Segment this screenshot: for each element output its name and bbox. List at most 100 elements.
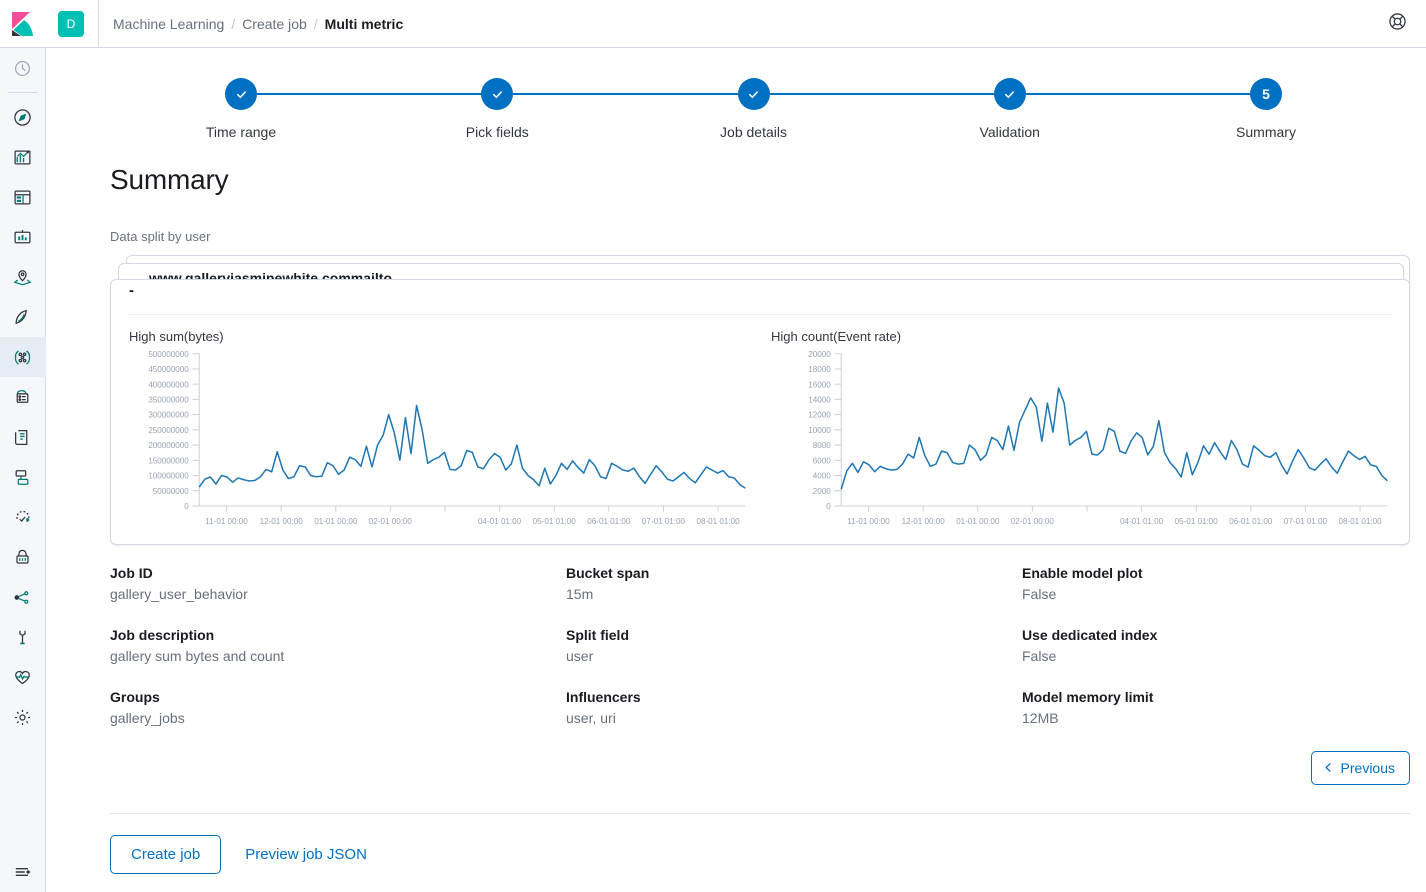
previous-button-label: Previous: [1340, 760, 1395, 776]
svg-text:8000: 8000: [813, 441, 831, 450]
chart-title: High sum(bytes): [129, 329, 224, 344]
previous-button-row: Previous: [110, 751, 1410, 785]
svg-text:500000000: 500000000: [148, 350, 189, 359]
main-region: D Machine Learning / Create job / Multi …: [46, 0, 1426, 892]
apm-icon: [13, 468, 32, 487]
breadcrumb-create-job[interactable]: Create job: [242, 16, 307, 32]
help-button[interactable]: [1382, 9, 1412, 39]
sidebar-item-dashboard[interactable]: [0, 177, 46, 217]
detail-key: Influencers: [566, 689, 641, 705]
svg-text:100000000: 100000000: [148, 472, 189, 481]
breadcrumb-machine-learning[interactable]: Machine Learning: [113, 16, 224, 32]
svg-text:18000: 18000: [808, 365, 831, 374]
create-job-button[interactable]: Create job: [110, 835, 222, 874]
step-label: Pick fields: [465, 124, 529, 140]
detail-groups: Groups gallery_jobs: [110, 689, 566, 726]
svg-text:02-01 00:00: 02-01 00:00: [1011, 517, 1055, 526]
step-dot-complete[interactable]: [481, 78, 514, 110]
sidebar-item-graph[interactable]: [0, 577, 46, 617]
detector-card-front[interactable]: - High sum(bytes) 0 50000000 100000000 1500…: [110, 279, 1410, 545]
wizard-step-summary[interactable]: 5 Summary: [1201, 78, 1331, 140]
rail-collapse-button[interactable]: [0, 862, 46, 882]
detail-key: Bucket span: [566, 565, 650, 581]
detector-card-front-label: -: [129, 282, 134, 299]
wizard-step-validation[interactable]: Validation: [945, 78, 1075, 140]
machine-learning-icon: [13, 348, 32, 367]
details-column-2: Bucket span 15m Split field user Influen…: [566, 565, 1022, 751]
wizard-step-job-details[interactable]: Job details: [689, 78, 819, 140]
detail-use-dedicated-index: Use dedicated index False: [1022, 627, 1410, 664]
sidebar-item-canvas[interactable]: [0, 217, 46, 257]
sidebar-item-visualize[interactable]: [0, 137, 46, 177]
detail-value: 12MB: [1022, 710, 1059, 726]
wizard-step-time-range[interactable]: Time range: [176, 78, 306, 140]
header-divider: [98, 0, 99, 48]
discover-compass-icon: [13, 108, 32, 127]
svg-text:6000: 6000: [813, 456, 831, 465]
sidebar-item-management[interactable]: [0, 697, 46, 737]
svg-text:05-01 01:00: 05-01 01:00: [1175, 517, 1219, 526]
detail-enable-model-plot: Enable model plot False: [1022, 565, 1410, 602]
chevron-left-icon: [1323, 760, 1334, 776]
step-dot-complete[interactable]: [993, 78, 1026, 110]
svg-text:350000000: 350000000: [148, 396, 189, 405]
sidebar-item-maps[interactable]: [0, 257, 46, 297]
preview-job-json-button[interactable]: Preview job JSON: [231, 836, 381, 873]
detail-bucket-span: Bucket span 15m: [566, 565, 1022, 602]
previous-button[interactable]: Previous: [1310, 751, 1410, 785]
detail-split-field: Split field user: [566, 627, 1022, 664]
step-label: Time range: [205, 124, 277, 140]
sidebar-item-infrastructure[interactable]: [0, 377, 46, 417]
svg-text:07-01 01:00: 07-01 01:00: [642, 517, 686, 526]
rail-divider: [7, 92, 38, 93]
svg-text:11-01 00:00: 11-01 00:00: [205, 517, 248, 526]
detail-value: False: [1022, 586, 1057, 602]
step-dot-current[interactable]: 5: [1250, 78, 1282, 110]
job-summary-details: Job ID gallery_user_behavior Job descrip…: [110, 565, 1410, 751]
svg-text:12-01 00:00: 12-01 00:00: [260, 517, 304, 526]
detail-key: Job ID: [110, 565, 153, 581]
sidebar-item-recently-viewed[interactable]: [0, 48, 46, 88]
page-content: Time range Pick fields Job details Valid…: [46, 48, 1426, 892]
data-split-label: Data split by user: [110, 229, 211, 244]
sidebar-item-uptime[interactable]: [0, 297, 46, 337]
sidebar-item-monitoring[interactable]: [0, 657, 46, 697]
wizard-step-pick-fields[interactable]: Pick fields: [432, 78, 562, 140]
svg-text:50000000: 50000000: [153, 487, 189, 496]
breadcrumb-separator: /: [313, 15, 318, 32]
sidebar-item-logs[interactable]: [0, 417, 46, 457]
sidebar-item-apm[interactable]: [0, 457, 46, 497]
svg-text:05-01 01:00: 05-01 01:00: [533, 517, 577, 526]
page-title: Summary: [110, 164, 229, 195]
uptime-icon: [13, 308, 32, 327]
svg-text:250000000: 250000000: [148, 426, 189, 435]
step-dot-complete[interactable]: [737, 78, 770, 110]
siem-icon: [13, 508, 32, 527]
detail-value: gallery sum bytes and count: [110, 648, 285, 664]
svg-text:06-01 01:00: 06-01 01:00: [1229, 517, 1273, 526]
sidebar-item-discover[interactable]: [0, 97, 46, 137]
svg-text:20000: 20000: [808, 350, 831, 359]
monitoring-heart-icon: [13, 668, 32, 687]
sidebar-item-siem[interactable]: [0, 497, 46, 537]
svg-text:08-01 01:00: 08-01 01:00: [697, 517, 741, 526]
chart-title: High count(Event rate): [771, 329, 902, 344]
svg-text:12-01 00:00: 12-01 00:00: [902, 517, 946, 526]
infrastructure-icon: [13, 388, 32, 407]
detail-key: Groups: [110, 689, 160, 705]
svg-text:08-01 01:00: 08-01 01:00: [1339, 517, 1383, 526]
details-column-1: Job ID gallery_user_behavior Job descrip…: [110, 565, 566, 751]
step-dot-complete[interactable]: [225, 78, 257, 110]
details-column-3: Enable model plot False Use dedicated in…: [1022, 565, 1410, 751]
sidebar-item-security[interactable]: [0, 537, 46, 577]
svg-text:200000000: 200000000: [148, 441, 189, 450]
sidebar-item-machine-learning[interactable]: [0, 337, 46, 377]
space-avatar[interactable]: D: [58, 10, 84, 37]
svg-text:04-01 01:00: 04-01 01:00: [478, 517, 522, 526]
breadcrumb: Machine Learning / Create job / Multi me…: [113, 16, 403, 32]
security-lock-icon: [13, 548, 32, 567]
kibana-logo[interactable]: [0, 0, 46, 48]
svg-text:02-01 00:00: 02-01 00:00: [369, 517, 413, 526]
detail-job-description: Job description gallery sum bytes and co…: [110, 627, 566, 664]
sidebar-item-dev-tools[interactable]: [0, 617, 46, 657]
